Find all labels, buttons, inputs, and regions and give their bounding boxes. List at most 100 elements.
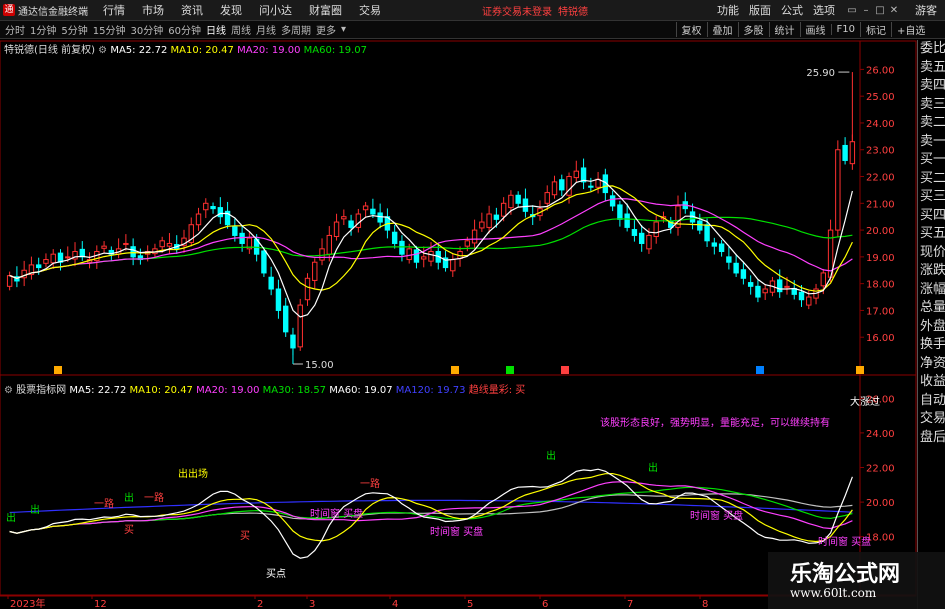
side-item-3[interactable]: 卖三 <box>918 96 945 115</box>
period-toolbar: 分时 1分钟 5分钟 15分钟 30分钟 60分钟 日线 周线 月线 多周期 更… <box>0 21 860 39</box>
minimize-icon[interactable]: – <box>859 5 873 16</box>
candle-body <box>515 194 521 204</box>
chevron-down-icon[interactable]: ▾ <box>341 24 346 35</box>
side-item-6[interactable]: 买一 <box>918 151 945 170</box>
candle-body <box>646 234 652 250</box>
stats-button[interactable]: 统计 <box>768 22 800 37</box>
menu-hangqing[interactable]: 行情 <box>103 2 125 18</box>
x-label-6: 6 <box>542 599 548 609</box>
side-item-17[interactable]: 净资 <box>918 355 945 374</box>
ma60-legend: MA60: 19.07 <box>303 45 368 56</box>
side-item-0[interactable]: 委比 <box>918 40 945 59</box>
side-item-8[interactable]: 买三 <box>918 188 945 207</box>
candle-body <box>159 240 165 248</box>
period-more[interactable]: 更多 <box>316 22 336 37</box>
period-30min[interactable]: 30分钟 <box>130 22 163 37</box>
period-fenshi[interactable]: 分时 <box>5 22 25 37</box>
period-daily[interactable]: 日线 <box>206 22 226 37</box>
side-item-4[interactable]: 卖二 <box>918 114 945 133</box>
menu-bar: 通 通达信金融终端 行情 市场 资讯 发现 问小达 财富圈 交易 证券交易未登录… <box>0 0 945 21</box>
menu-caifuquan[interactable]: 财富圈 <box>309 2 342 18</box>
main-y-label-5: 21.00 <box>866 199 895 210</box>
candle-body <box>486 213 492 228</box>
main-y-label-7: 19.00 <box>866 253 895 264</box>
side-item-12[interactable]: 涨跌 <box>918 262 945 281</box>
ind-timeband-2: 时间窗 买盘 <box>430 525 483 538</box>
candle-body <box>704 224 710 242</box>
menu-zixun[interactable]: 资讯 <box>181 2 203 18</box>
mark-button[interactable]: 标记 <box>860 22 891 37</box>
candle-body <box>421 256 427 260</box>
main-y-label-10: 16.00 <box>866 333 895 344</box>
period-60min[interactable]: 60分钟 <box>168 22 201 37</box>
login-warning[interactable]: 证券交易未登录 <box>482 3 552 18</box>
side-item-16[interactable]: 换手 <box>918 336 945 355</box>
side-item-11[interactable]: 现价 <box>918 244 945 263</box>
side-item-10[interactable]: 买五 <box>918 225 945 244</box>
ind-yidian-2: 一路 <box>144 491 164 504</box>
period-weekly[interactable]: 周线 <box>231 22 251 37</box>
x-label-2: 2 <box>257 599 263 609</box>
multi-stock-button[interactable]: 多股 <box>737 22 769 37</box>
period-1min[interactable]: 1分钟 <box>30 22 56 37</box>
candle-body <box>326 234 332 255</box>
settings-icon[interactable]: ⚙ <box>98 45 107 56</box>
side-item-21[interactable]: 盘后 <box>918 429 945 448</box>
chart-title: 特锐德(日线 前复权) <box>4 45 95 56</box>
candle-body <box>362 205 369 211</box>
side-item-1[interactable]: 卖五 <box>918 59 945 78</box>
menu-jiaoyi[interactable]: 交易 <box>359 2 381 18</box>
close-icon[interactable]: ✕ <box>887 5 901 16</box>
candle-body <box>391 231 398 244</box>
ind-timeband-1: 时间窗 买盘 <box>310 507 363 520</box>
candle-body <box>290 334 296 349</box>
candle-body <box>312 261 318 281</box>
candle-body <box>609 195 616 207</box>
main-y-label-0: 26.00 <box>866 65 895 76</box>
side-item-18[interactable]: 收益 <box>918 373 945 392</box>
fuquan-button[interactable]: 复权 <box>675 22 707 37</box>
candle-body <box>203 202 209 211</box>
menu-gongshi[interactable]: 公式 <box>781 2 803 18</box>
side-item-20[interactable]: 交易 <box>918 410 945 429</box>
period-multi[interactable]: 多周期 <box>281 22 311 37</box>
candle-body <box>479 221 485 229</box>
candle-body <box>35 264 42 269</box>
side-item-15[interactable]: 外盘 <box>918 318 945 337</box>
side-item-2[interactable]: 卖四 <box>918 77 945 96</box>
candle-body <box>130 246 136 258</box>
add-watchlist-button[interactable]: +自选 <box>891 22 930 37</box>
overlay-button[interactable]: 叠加 <box>706 22 738 37</box>
menu-xuanxiang[interactable]: 选项 <box>813 2 835 18</box>
low-price-label: 15.00 <box>305 360 334 371</box>
side-item-14[interactable]: 总量 <box>918 299 945 318</box>
ind-yidian-1: 一路 <box>94 497 114 510</box>
period-monthly[interactable]: 月线 <box>256 22 276 37</box>
candle-body <box>319 248 325 261</box>
window-icon[interactable]: ▭ <box>845 5 859 16</box>
draw-line-button[interactable]: 画线 <box>799 22 831 37</box>
period-5min[interactable]: 5分钟 <box>61 22 87 37</box>
candle-body <box>638 232 645 244</box>
candle-body <box>341 216 347 220</box>
side-item-13[interactable]: 涨幅 <box>918 281 945 300</box>
guest-label[interactable]: 游客 <box>915 2 937 18</box>
side-item-19[interactable]: 自动 <box>918 392 945 411</box>
candle-body <box>726 256 732 263</box>
maximize-icon[interactable]: □ <box>873 5 887 16</box>
kline-chart[interactable]: 26.00 25.00 24.00 23.00 22.00 21.00 20.00 19.00… <box>0 39 917 609</box>
ind-chu-kuan: 出出场 <box>178 467 208 480</box>
period-15min[interactable]: 15分钟 <box>93 22 126 37</box>
side-item-7[interactable]: 买二 <box>918 170 945 189</box>
f10-button[interactable]: F10 <box>830 24 860 35</box>
menu-shichang[interactable]: 市场 <box>142 2 164 18</box>
menu-gongneng[interactable]: 功能 <box>717 2 739 18</box>
candle-body <box>370 208 376 215</box>
side-item-9[interactable]: 买四 <box>918 207 945 226</box>
indicator-settings-icon[interactable]: ⚙ <box>4 385 13 396</box>
side-item-5[interactable]: 卖一 <box>918 133 945 152</box>
menu-faxian[interactable]: 发现 <box>220 2 242 18</box>
menu-wenxiaoda[interactable]: 问小达 <box>259 2 292 18</box>
candle-body <box>232 226 238 236</box>
menu-banmian[interactable]: 版面 <box>749 2 771 18</box>
